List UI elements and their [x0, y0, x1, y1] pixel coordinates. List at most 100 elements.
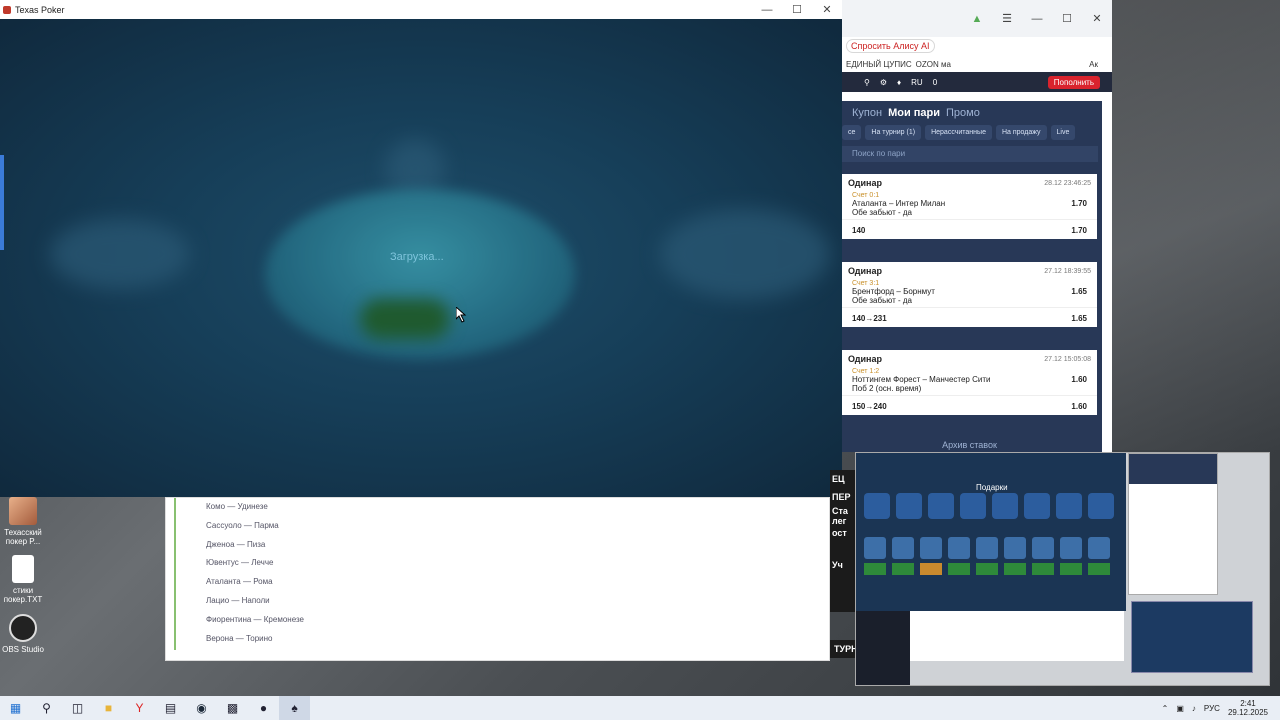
- football-list-window: Комо — Удинезе Сассуоло — Парма Дженоа —…: [165, 497, 830, 661]
- match-item[interactable]: Сассуоло — Парма: [176, 517, 306, 536]
- poker-app-icon: [3, 5, 11, 14]
- minimize-icon[interactable]: —: [1022, 13, 1052, 25]
- tab-my-bets[interactable]: Мои пари: [888, 107, 940, 119]
- poker-app-icon: [9, 497, 37, 525]
- bet-card[interactable]: Одинар 27.12 15:05:08 Счет 1:2 Ноттингем …: [842, 350, 1097, 415]
- filter-chip[interactable]: На турнир (1): [865, 125, 922, 140]
- maximize-icon[interactable]: ☐: [782, 3, 812, 16]
- window-text: лег: [832, 516, 847, 526]
- desktop-icon-label: стики покер.TXT: [3, 586, 43, 604]
- match-item[interactable]: Дженоа — Пиза: [176, 536, 306, 555]
- search-icon[interactable]: ⚲: [31, 696, 62, 720]
- bet-card[interactable]: Одинар 27.12 18:39:55 Счет 3:1 Брентфорд …: [842, 262, 1097, 327]
- bookmarks-bar: ЕДИНЫЙ ЦУПИС OZON ма Ак: [842, 56, 1112, 72]
- bet-card[interactable]: Одинар 28.12 23:46:25 Счет 0:1 Аталанта –…: [842, 174, 1097, 239]
- poker-taskbar-icon[interactable]: ♠: [279, 696, 310, 720]
- shield-icon[interactable]: ▲: [962, 13, 992, 25]
- bookmark-item[interactable]: Ак: [1089, 60, 1098, 69]
- desktop-icon-poker[interactable]: Техасский покер P...: [0, 497, 46, 546]
- desktop-icon-text-file[interactable]: стики покер.TXT: [0, 555, 46, 604]
- bet-odd: 1.70: [1071, 199, 1087, 208]
- preview-title: Подарки: [976, 483, 1008, 492]
- bet-type: Одинар: [848, 178, 882, 188]
- preview-gift-icons: [864, 493, 1114, 519]
- poker-table-area[interactable]: Загрузка...: [0, 19, 842, 497]
- bet-total-odd: 1.70: [1071, 226, 1087, 235]
- minimize-icon[interactable]: —: [752, 4, 782, 16]
- preview-bets[interactable]: [1128, 453, 1218, 595]
- bookmark-item[interactable]: ЕДИНЫЙ ЦУПИС: [846, 60, 912, 69]
- alisa-button[interactable]: Спросить Алису AI: [846, 39, 935, 53]
- bet-score: Счет 1:2: [852, 368, 880, 375]
- window-text: ост: [832, 528, 847, 538]
- language-indicator[interactable]: РУС: [1204, 704, 1220, 713]
- filter-chip[interactable]: Нерассчитанные: [925, 125, 992, 140]
- chevron-up-icon[interactable]: ⌃: [1162, 704, 1169, 713]
- browser-titlebar: ▲ ☰ — ☐ ✕: [842, 0, 1112, 37]
- clock[interactable]: 2:41 29.12.2025: [1228, 699, 1268, 717]
- menu-icon[interactable]: ☰: [992, 12, 1022, 25]
- browser-toolbar: Спросить Алису AI: [842, 37, 1112, 55]
- close-icon[interactable]: ✕: [1082, 12, 1112, 25]
- bet-stake: 140→231: [852, 314, 887, 323]
- obs-taskbar-icon[interactable]: ●: [248, 696, 279, 720]
- match-item[interactable]: Ювентус — Лечче: [176, 554, 306, 573]
- bell-icon[interactable]: ♦: [897, 78, 901, 87]
- file-explorer-icon[interactable]: ■: [93, 696, 124, 720]
- bet-search-input[interactable]: Поиск по пари: [842, 146, 1098, 162]
- match-item[interactable]: Аталанта — Рома: [176, 573, 306, 592]
- bet-stake: 140: [852, 226, 866, 235]
- language-selector[interactable]: RU: [911, 78, 923, 87]
- filter-chip[interactable]: На продажу: [995, 125, 1047, 140]
- taskbar: ▦ ⚲ ◫ ■ Y ▤ ◉ ▩ ● ♠ ⌃ ▣ ♪ РУС 2:41 29.12…: [0, 696, 1280, 720]
- preview-poker[interactable]: Подарки: [856, 453, 1126, 611]
- bet-odd: 1.60: [1071, 375, 1087, 384]
- task-view-icon[interactable]: ◫: [62, 696, 93, 720]
- tab-promo[interactable]: Промо: [946, 107, 980, 119]
- bookmark-item[interactable]: OZON ма: [916, 60, 951, 69]
- desktop-icon-label: OBS Studio: [2, 645, 44, 654]
- preview-desktop[interactable]: [1131, 601, 1253, 673]
- betting-browser: ▲ ☰ — ☐ ✕ Спросить Алису AI ЕДИНЫЙ ЦУПИС…: [842, 0, 1112, 452]
- gear-icon[interactable]: ⚙: [880, 78, 887, 87]
- match-item[interactable]: Лацио — Наполи: [176, 592, 306, 611]
- clock-time: 2:41: [1240, 699, 1256, 708]
- text-file-icon: [12, 555, 34, 583]
- calculator-icon[interactable]: ▤: [155, 696, 186, 720]
- desktop-icon-obs[interactable]: OBS Studio: [0, 614, 46, 654]
- close-icon[interactable]: ✕: [812, 3, 842, 16]
- bet-type: Одинар: [848, 354, 882, 364]
- bet-total-odd: 1.65: [1071, 314, 1087, 323]
- match-item[interactable]: Верона — Торино: [176, 630, 306, 649]
- yandex-browser-icon[interactable]: Y: [124, 696, 155, 720]
- steam-icon[interactable]: ◉: [186, 696, 217, 720]
- maximize-icon[interactable]: ☐: [1052, 12, 1082, 25]
- loading-text: Загрузка...: [390, 251, 444, 263]
- filter-chip[interactable]: Live: [1050, 125, 1076, 140]
- seat-left: [50, 219, 190, 289]
- desktop-wallpaper: [1110, 0, 1280, 450]
- app-icon[interactable]: ▩: [217, 696, 248, 720]
- window-text: Уч: [832, 560, 843, 570]
- match-item[interactable]: Комо — Удинезе: [176, 498, 306, 517]
- bet-filters: се На турнир (1) Нерассчитанные На прода…: [842, 125, 1102, 140]
- site-header: ⚲ ⚙ ♦ RU 0 Пополнить: [842, 72, 1112, 92]
- poker-window-title: Texas Poker: [15, 4, 65, 15]
- network-icon[interactable]: ▣: [1176, 704, 1184, 713]
- task-preview[interactable]: Подарки: [855, 452, 1270, 686]
- bet-type: Одинар: [848, 266, 882, 276]
- windows-start-icon[interactable]: ▦: [0, 696, 31, 720]
- deposit-button[interactable]: Пополнить: [1047, 75, 1100, 89]
- tab-coupon[interactable]: Купон: [852, 107, 882, 119]
- search-icon[interactable]: ⚲: [864, 78, 870, 87]
- filter-chip[interactable]: се: [842, 125, 862, 140]
- volume-icon[interactable]: ♪: [1192, 704, 1196, 713]
- bet-total-odd: 1.60: [1071, 402, 1087, 411]
- window-text: ПЕР: [832, 492, 851, 502]
- side-accent: [0, 155, 4, 250]
- clock-date: 29.12.2025: [1227, 708, 1268, 717]
- match-item[interactable]: Фиорентина — Кремонезе: [176, 611, 306, 630]
- bet-market: Обе забьют - да: [852, 208, 912, 217]
- archive-link[interactable]: Архив ставок: [842, 440, 1097, 450]
- seat-right: [660, 209, 830, 299]
